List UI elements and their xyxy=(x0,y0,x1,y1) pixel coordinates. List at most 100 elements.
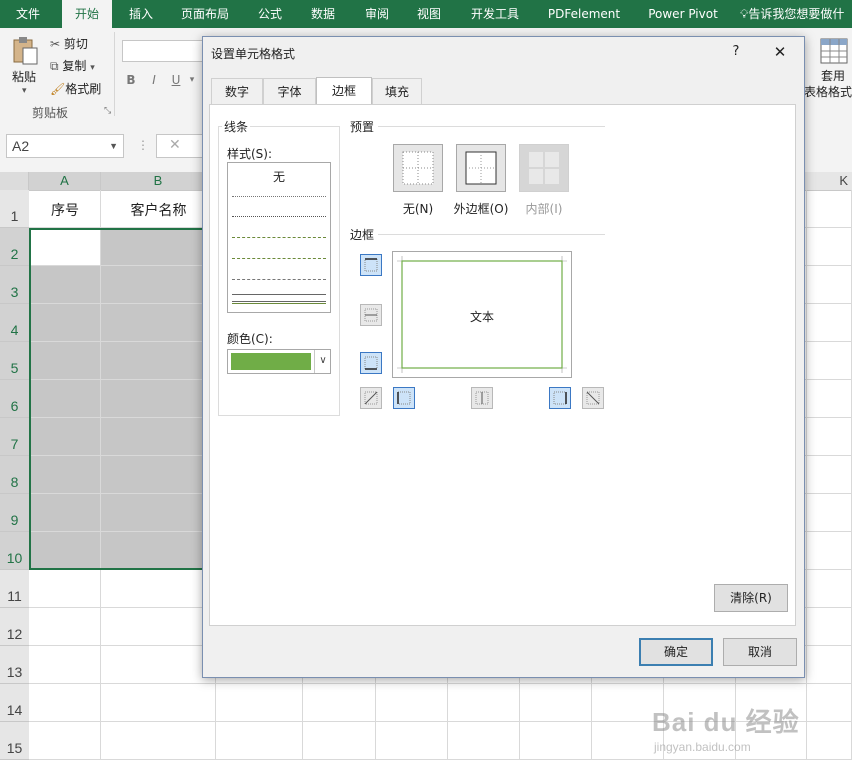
tell-me-search[interactable]: 💡︎告诉我您想要做什 xyxy=(740,0,852,28)
line-style-thin[interactable] xyxy=(232,303,326,304)
table-cell[interactable] xyxy=(101,570,216,608)
table-cell[interactable] xyxy=(29,266,101,304)
border-left-button[interactable] xyxy=(393,387,415,409)
tab-view[interactable]: 视图 xyxy=(408,0,450,28)
table-cell[interactable] xyxy=(448,722,520,760)
border-diagonal-down-button[interactable] xyxy=(582,387,604,409)
underline-button[interactable]: U xyxy=(168,72,184,88)
row-header[interactable]: 12 xyxy=(0,608,29,646)
tab-font[interactable]: 字体 xyxy=(263,78,316,104)
name-box-dropdown-icon[interactable]: ▼ xyxy=(109,135,118,157)
table-cell[interactable] xyxy=(29,722,101,760)
tab-data[interactable]: 数据 xyxy=(302,0,344,28)
cell-a1[interactable]: 序号 xyxy=(29,200,101,220)
row-header[interactable]: 11 xyxy=(0,570,29,608)
table-cell[interactable] xyxy=(29,380,101,418)
row-header[interactable]: 5 xyxy=(0,342,29,380)
table-cell[interactable] xyxy=(101,380,216,418)
table-cell[interactable] xyxy=(520,684,592,722)
border-top-button[interactable] xyxy=(360,254,382,276)
table-cell[interactable] xyxy=(807,380,852,418)
border-diagonal-up-button[interactable] xyxy=(360,387,382,409)
table-cell[interactable] xyxy=(807,342,852,380)
paste-dropdown-icon[interactable]: ▾ xyxy=(22,86,27,96)
help-button[interactable]: ? xyxy=(724,42,748,62)
bold-button[interactable]: B xyxy=(123,72,139,88)
paste-button[interactable]: 粘贴 xyxy=(12,68,36,85)
preset-none-button[interactable] xyxy=(393,144,443,192)
tab-power-pivot[interactable]: Power Pivot xyxy=(638,0,728,28)
preset-outline-button[interactable] xyxy=(456,144,506,192)
table-cell[interactable] xyxy=(29,456,101,494)
tab-fill[interactable]: 填充 xyxy=(372,78,422,104)
row-header[interactable]: 10 xyxy=(0,532,29,570)
underline-dropdown-icon[interactable]: ▾ xyxy=(184,72,200,88)
table-cell[interactable] xyxy=(101,532,216,570)
tab-file[interactable]: 文件 xyxy=(6,0,50,28)
border-inside-horizontal-button[interactable] xyxy=(360,304,382,326)
border-preview[interactable]: 文本 xyxy=(392,251,572,378)
cut-button[interactable]: ✂ 剪切 xyxy=(50,35,88,52)
table-cell[interactable] xyxy=(101,228,216,266)
line-style-list[interactable]: 无 xyxy=(227,162,331,313)
row-header[interactable]: 4 xyxy=(0,304,29,342)
table-cell[interactable] xyxy=(376,684,448,722)
tab-review[interactable]: 审阅 xyxy=(356,0,398,28)
border-bottom-button[interactable] xyxy=(360,352,382,374)
table-cell[interactable] xyxy=(216,684,303,722)
table-cell[interactable] xyxy=(807,266,852,304)
row-header[interactable]: 13 xyxy=(0,646,29,684)
table-cell[interactable] xyxy=(29,684,101,722)
table-cell[interactable] xyxy=(376,722,448,760)
close-button[interactable]: ✕ xyxy=(768,42,792,62)
table-cell[interactable] xyxy=(101,494,216,532)
dialog-launcher-icon[interactable]: ⤡ xyxy=(104,106,111,116)
name-box[interactable]: A2 ▼ xyxy=(6,134,124,158)
table-cell[interactable] xyxy=(807,418,852,456)
border-inside-vertical-button[interactable] xyxy=(471,387,493,409)
tab-pdfelement[interactable]: PDFelement xyxy=(540,0,628,28)
column-header-a[interactable]: A xyxy=(29,172,101,190)
line-style-dash-dot-dot[interactable] xyxy=(232,237,326,238)
chevron-down-icon[interactable]: ∨ xyxy=(314,350,331,373)
table-cell[interactable] xyxy=(101,456,216,494)
row-header[interactable]: 3 xyxy=(0,266,29,304)
tab-insert[interactable]: 插入 xyxy=(120,0,162,28)
table-cell[interactable] xyxy=(807,228,852,266)
table-cell[interactable] xyxy=(807,304,852,342)
table-cell[interactable] xyxy=(216,722,303,760)
table-cell[interactable] xyxy=(101,342,216,380)
line-style-dotted[interactable] xyxy=(232,216,326,217)
table-cell[interactable] xyxy=(29,608,101,646)
table-cell[interactable] xyxy=(29,646,101,684)
table-cell[interactable] xyxy=(807,570,852,608)
tab-formulas[interactable]: 公式 xyxy=(250,0,290,28)
table-cell[interactable] xyxy=(101,418,216,456)
row-header[interactable]: 6 xyxy=(0,380,29,418)
table-cell[interactable] xyxy=(807,646,852,684)
tab-page-layout[interactable]: 页面布局 xyxy=(174,0,236,28)
line-style-hairline[interactable] xyxy=(232,196,326,197)
table-cell[interactable] xyxy=(29,494,101,532)
formula-input[interactable]: ✕ xyxy=(156,134,206,158)
table-cell[interactable] xyxy=(29,342,101,380)
copy-button[interactable]: ⧉ 复制 ▾ xyxy=(50,57,95,74)
table-cell[interactable] xyxy=(101,304,216,342)
table-cell[interactable] xyxy=(101,266,216,304)
table-cell[interactable] xyxy=(807,494,852,532)
column-header-b[interactable]: B xyxy=(101,172,216,190)
format-painter-button[interactable]: 🖌︎格式刷 xyxy=(50,80,101,97)
table-cell[interactable] xyxy=(303,722,376,760)
table-cell[interactable] xyxy=(29,532,101,570)
select-all-corner[interactable] xyxy=(0,172,29,190)
table-cell[interactable] xyxy=(807,608,852,646)
row-header[interactable]: 9 xyxy=(0,494,29,532)
line-style-dash-dot[interactable] xyxy=(232,258,326,259)
cancel-button[interactable]: 取消 xyxy=(723,638,797,666)
table-cell[interactable] xyxy=(29,418,101,456)
table-cell[interactable] xyxy=(101,646,216,684)
line-style-thin-selected[interactable] xyxy=(232,294,326,302)
table-cell[interactable] xyxy=(303,684,376,722)
line-style-dashed[interactable] xyxy=(232,279,326,280)
tab-number[interactable]: 数字 xyxy=(211,78,263,104)
